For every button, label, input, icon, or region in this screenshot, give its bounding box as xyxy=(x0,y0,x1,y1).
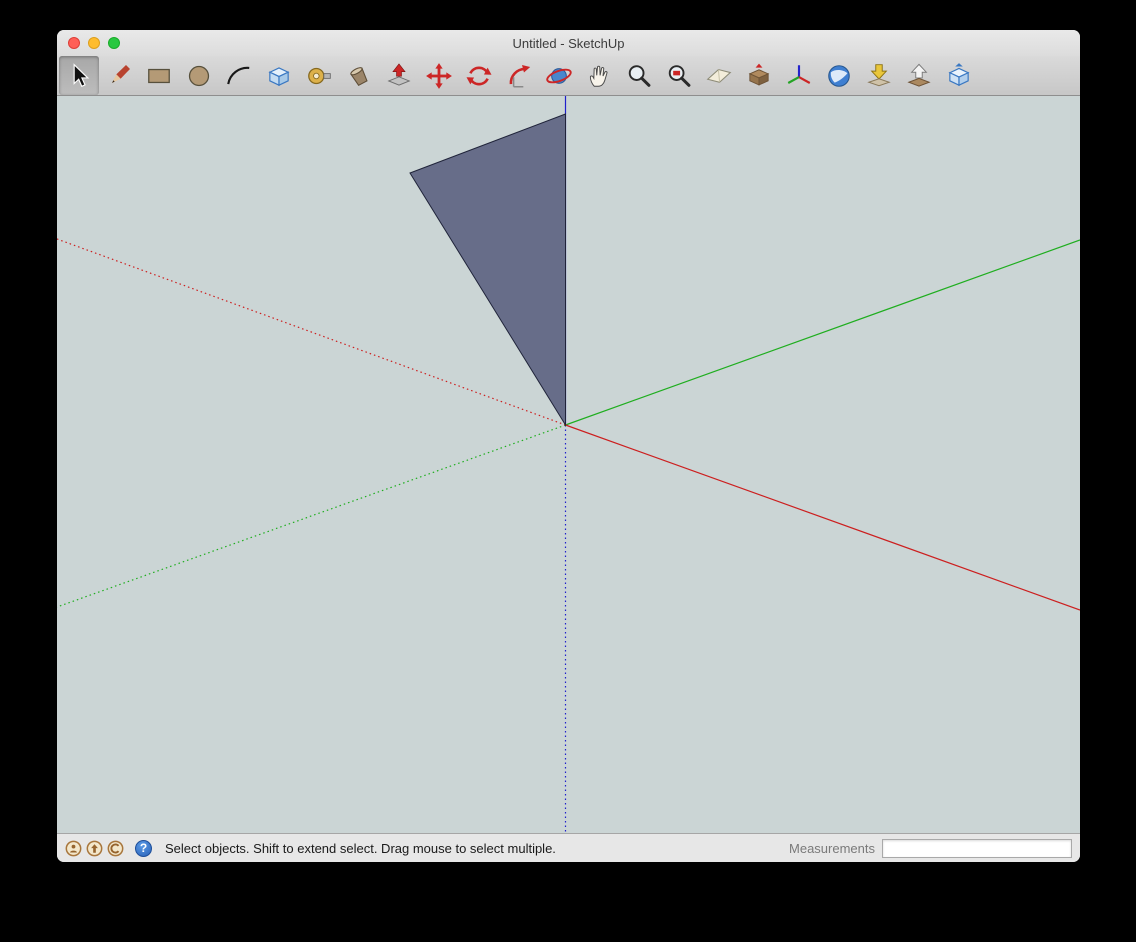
move-icon xyxy=(426,62,452,89)
tool-paint-bucket-button[interactable] xyxy=(339,56,379,95)
circle-icon xyxy=(188,65,210,86)
tool-axes-button[interactable] xyxy=(779,56,819,95)
window-title: Untitled - SketchUp xyxy=(512,35,625,51)
tool-get-models-button[interactable] xyxy=(939,56,979,95)
tool-zoom-extents-button[interactable] xyxy=(659,56,699,95)
tool-arc-button[interactable] xyxy=(219,56,259,95)
up-arrow-medallion-icon[interactable] xyxy=(86,840,103,857)
zoom-button[interactable] xyxy=(108,37,120,49)
drawn-face[interactable] xyxy=(409,113,566,427)
pan-icon xyxy=(589,65,608,87)
measurements-area: Measurements xyxy=(789,838,1072,858)
person-medallion-icon[interactable] xyxy=(65,840,82,857)
line-icon xyxy=(112,64,130,83)
tool-push-pull-button[interactable] xyxy=(379,56,419,95)
tool-rectangle-button[interactable] xyxy=(139,56,179,95)
google-earth-icon xyxy=(828,64,850,87)
zoom-extents-icon xyxy=(668,64,691,87)
canvas-svg xyxy=(57,96,1080,833)
drawing-canvas[interactable] xyxy=(57,96,1080,833)
rectangle-icon xyxy=(148,68,170,83)
zoom-icon xyxy=(628,64,651,87)
rotate-icon xyxy=(466,66,492,85)
get-current-view-icon xyxy=(867,63,891,86)
traffic-lights xyxy=(68,37,120,49)
g-medallion-icon[interactable] xyxy=(107,840,124,857)
close-button[interactable] xyxy=(68,37,80,49)
get-models-icon xyxy=(948,62,970,86)
toolbar xyxy=(57,56,1080,96)
tool-move-button[interactable] xyxy=(419,56,459,95)
push-pull-icon xyxy=(387,62,411,86)
tool-line-button[interactable] xyxy=(99,56,139,95)
select-icon xyxy=(73,62,90,87)
tool-section-plane-button[interactable] xyxy=(699,56,739,95)
tool-make-component-button[interactable] xyxy=(259,56,299,95)
axis-red-solid xyxy=(565,424,1080,611)
tool-circle-button[interactable] xyxy=(179,56,219,95)
status-bar: ? Select objects. Shift to extend select… xyxy=(57,833,1080,862)
tool-google-earth-button[interactable] xyxy=(819,56,859,95)
tool-get-current-view-button[interactable] xyxy=(859,56,899,95)
axes-icon xyxy=(787,64,811,84)
tool-place-model-button[interactable] xyxy=(899,56,939,95)
paint-bucket-icon xyxy=(350,66,368,86)
sketchup-window: Untitled - SketchUp ? Select objects. Sh… xyxy=(57,30,1080,862)
axis-green-dotted xyxy=(57,424,566,608)
tool-select-button[interactable] xyxy=(59,56,99,95)
help-glyph: ? xyxy=(139,841,148,855)
status-message: Select objects. Shift to extend select. … xyxy=(165,840,556,856)
tool-offset-button[interactable] xyxy=(499,56,539,95)
tool-add-location-button[interactable] xyxy=(739,56,779,95)
titlebar[interactable]: Untitled - SketchUp xyxy=(57,30,1080,56)
tool-pan-button[interactable] xyxy=(579,56,619,95)
tool-zoom-button[interactable] xyxy=(619,56,659,95)
minimize-button[interactable] xyxy=(88,37,100,49)
section-plane-icon xyxy=(706,68,732,83)
tool-tape-measure-button[interactable] xyxy=(299,56,339,95)
measurements-label: Measurements xyxy=(789,840,875,856)
make-component-icon xyxy=(268,66,290,86)
desktop-background: Untitled - SketchUp ? Select objects. Sh… xyxy=(0,0,1136,942)
measurements-input[interactable] xyxy=(882,838,1072,858)
offset-icon xyxy=(509,64,531,88)
tool-rotate-button[interactable] xyxy=(459,56,499,95)
tool-orbit-button[interactable] xyxy=(539,56,579,95)
arc-icon xyxy=(227,66,250,84)
axis-green-solid xyxy=(565,239,1080,426)
place-model-icon xyxy=(907,63,931,87)
tape-measure-icon xyxy=(308,67,331,84)
orbit-icon xyxy=(546,67,572,84)
add-location-icon xyxy=(748,63,770,86)
help-icon[interactable]: ? xyxy=(135,839,152,857)
